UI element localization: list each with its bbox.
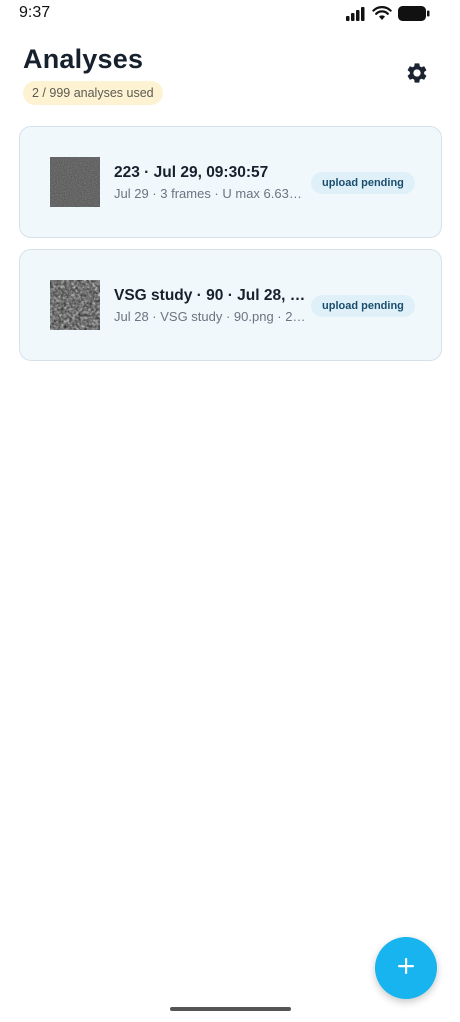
signal-icon [346,6,366,26]
status-bar: 9:37 [0,0,460,30]
analysis-title: VSG study · 90 · Jul 28, 1… [114,287,306,304]
page-header: Analyses 2 / 999 analyses used [23,44,440,114]
analysis-thumbnail [50,157,100,207]
analysis-card[interactable]: 223 · Jul 29, 09:30:57 Jul 29 · 3 frames… [19,126,442,238]
home-indicator[interactable] [170,1007,291,1011]
analysis-title: 223 · Jul 29, 09:30:57 [114,164,269,181]
battery-icon [398,6,430,26]
status-time: 9:37 [19,4,51,21]
gear-icon [405,61,429,90]
status-badge: upload pending [311,172,415,194]
page-title: Analyses [23,44,144,74]
analysis-thumbnail [50,280,100,330]
wifi-icon [372,6,392,26]
status-badge: upload pending [311,295,415,317]
add-analysis-button[interactable] [375,937,437,999]
settings-button[interactable] [402,60,432,90]
analysis-card[interactable]: VSG study · 90 · Jul 28, 1… Jul 28 · VSG… [19,249,442,361]
analysis-subtitle: Jul 29 · 3 frames · U max 6.63… [114,186,302,201]
plus-icon [396,956,416,981]
analysis-subtitle: Jul 28 · VSG study · 90.png · 2… [114,309,306,324]
analyses-list: 223 · Jul 29, 09:30:57 Jul 29 · 3 frames… [19,126,442,372]
usage-badge: 2 / 999 analyses used [23,81,163,105]
status-icons [346,6,430,26]
